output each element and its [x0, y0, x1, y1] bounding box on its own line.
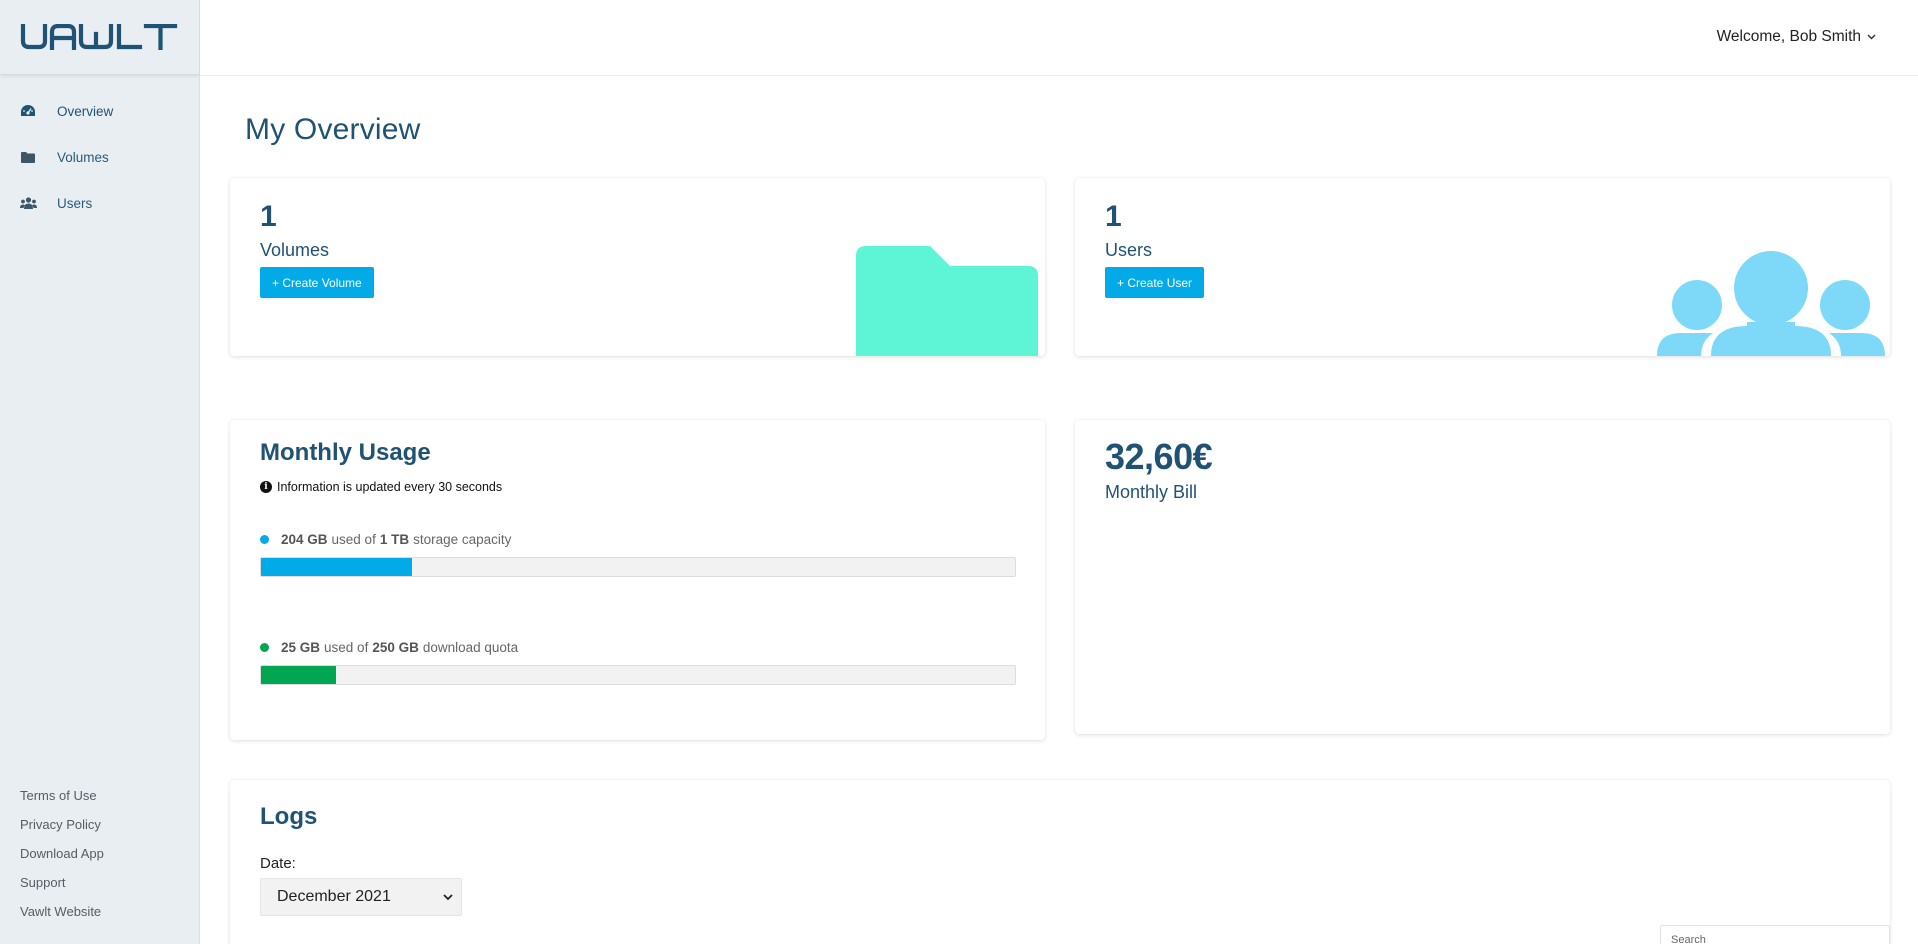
sidebar-item-label: Users: [57, 195, 93, 211]
vawlt-logo[interactable]: [19, 24, 179, 50]
users-icon: [19, 195, 37, 211]
date-label: Date:: [260, 855, 296, 872]
chevron-down-icon: [1867, 34, 1876, 40]
download-dot-icon: [260, 643, 269, 652]
download-used: 25 GB: [281, 640, 321, 655]
monthly-usage-card: Monthly Usage i Information is updated e…: [230, 420, 1045, 740]
logs-search-input[interactable]: Search: [1660, 925, 1890, 944]
download-mid: used of: [324, 640, 369, 655]
terms-of-use-link[interactable]: Terms of Use: [20, 781, 200, 810]
monthly-bill-amount: 32,60€: [1105, 436, 1213, 477]
date-select[interactable]: December 2021: [260, 878, 462, 916]
storage-progress-bar: [260, 557, 1016, 577]
storage-dot-icon: [260, 535, 269, 544]
sidebar-item-users[interactable]: Users: [0, 180, 199, 226]
download-app-link[interactable]: Download App: [20, 839, 200, 868]
users-card: 1 Users + Create User: [1075, 178, 1890, 356]
download-progress-fill: [261, 666, 337, 684]
folder-illustration: [856, 246, 1038, 356]
date-select-value: December 2021: [277, 888, 391, 905]
sidebar-nav: Overview Volumes Users: [0, 75, 199, 226]
create-volume-button[interactable]: + Create Volume: [260, 267, 374, 298]
monthly-bill-card: 32,60€ Monthly Bill: [1075, 420, 1890, 734]
users-count: 1: [1105, 200, 1122, 233]
storage-total: 1 TB: [379, 532, 410, 547]
sidebar-item-overview[interactable]: Overview: [0, 88, 199, 134]
privacy-policy-link[interactable]: Privacy Policy: [20, 810, 200, 839]
logo-area: [0, 0, 199, 75]
storage-progress-fill: [261, 558, 412, 576]
sidebar-item-label: Volumes: [57, 149, 109, 165]
user-menu-toggle[interactable]: Welcome, Bob Smith: [1717, 28, 1876, 46]
sidebar-footer-links: Terms of Use Privacy Policy Download App…: [0, 781, 200, 926]
storage-mid: used of: [331, 532, 376, 547]
sidebar: Overview Volumes Users Terms of Use Priv…: [0, 0, 200, 944]
support-link[interactable]: Support: [20, 868, 200, 897]
storage-suffix: storage capacity: [413, 532, 512, 547]
info-icon: i: [260, 481, 272, 493]
vawlt-website-link[interactable]: Vawlt Website: [20, 897, 200, 926]
sidebar-item-label: Overview: [57, 103, 114, 119]
volumes-count: 1: [260, 200, 277, 233]
topbar: Welcome, Bob Smith: [200, 0, 1918, 76]
volumes-card: 1 Volumes + Create Volume: [230, 178, 1045, 356]
users-illustration: [1657, 251, 1885, 356]
create-user-button[interactable]: + Create User: [1105, 267, 1205, 298]
logs-card: Logs Date: December 2021 Search: [230, 780, 1890, 944]
storage-used: 204 GB: [281, 532, 328, 547]
monthly-usage-title: Monthly Usage: [260, 439, 431, 466]
usage-info-text: Information is updated every 30 seconds: [277, 480, 503, 494]
download-total: 250 GB: [372, 640, 419, 655]
download-usage: 25 GB used of 250 GB download quota: [260, 640, 1016, 685]
sidebar-item-volumes[interactable]: Volumes: [0, 134, 199, 180]
storage-usage: 204 GB used of 1 TB storage capacity: [260, 532, 1016, 577]
monthly-bill-label: Monthly Bill: [1105, 482, 1198, 502]
volumes-label: Volumes: [260, 240, 330, 260]
dashboard-icon: [19, 103, 37, 119]
chevron-down-icon: [443, 893, 453, 900]
logs-title: Logs: [260, 803, 318, 830]
download-suffix: download quota: [422, 640, 519, 655]
usage-info: i Information is updated every 30 second…: [260, 480, 502, 494]
users-label: Users: [1105, 240, 1153, 260]
search-placeholder: Search: [1671, 934, 1706, 944]
welcome-text: Welcome, Bob Smith: [1716, 28, 1861, 45]
page-title: My Overview: [245, 113, 421, 146]
folder-icon: [19, 149, 37, 165]
download-progress-bar: [260, 665, 1016, 685]
